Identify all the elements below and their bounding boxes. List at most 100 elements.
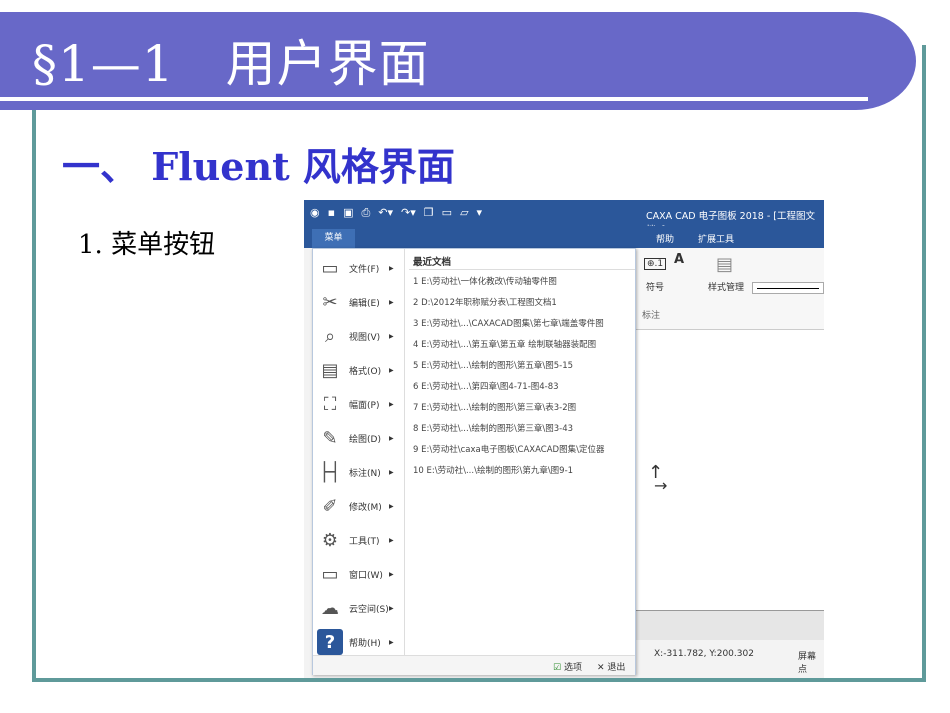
x-axis-icon: → <box>654 476 668 495</box>
recent-doc-item[interactable]: 10 E:\劳动社\...\绘制的图形\第九章\图9-1 <box>413 464 573 476</box>
print-icon[interactable]: ⎙ <box>361 206 370 220</box>
submenu-arrow-icon: ▶ <box>389 434 394 442</box>
ribbon-tabs: 菜单 帮助 扩展工具 <box>304 226 824 248</box>
recent-doc-item[interactable]: 5 E:\劳动社\...\绘制的图形\第五章\图5-15 <box>413 359 573 371</box>
menu-item-label: 绘图(D) <box>349 434 381 445</box>
drawing-canvas[interactable]: ↑ → <box>636 330 824 610</box>
submenu-arrow-icon: ▶ <box>389 298 394 306</box>
recent-doc-item[interactable]: 7 E:\劳动社\...\绘制的图形\第三章\表3-2图 <box>413 401 576 413</box>
window-icon: ▭ <box>321 563 339 585</box>
banner-divider <box>0 97 868 101</box>
app-screenshot: ◉ ▪ ▣ ⎙ ↶▾ ↷▾ ❐ ▭ ▱ ▾ CAXA CAD 电子图板 2018… <box>304 200 824 678</box>
recent-doc-item[interactable]: 1 E:\劳动社\一体化教改\传动轴零件图 <box>413 275 557 287</box>
menu-item[interactable]: ⛶ 幅面(P) ▶ <box>317 389 403 419</box>
menu-footer: ☑ 选项 ✕ 退出 <box>313 655 635 675</box>
menu-item-label: 格式(O) <box>349 366 382 377</box>
menu-item[interactable]: ☁ 云空间(S) ▶ <box>317 593 403 623</box>
screen-point-mode[interactable]: 屏幕点 <box>798 649 824 675</box>
exit-label: 退出 <box>607 663 626 673</box>
submenu-arrow-icon: ▶ <box>389 264 394 272</box>
customize-icon[interactable]: ▾ <box>477 206 483 220</box>
tab-extension-tools[interactable]: 扩展工具 <box>698 232 734 245</box>
cloud-icon: ☁ <box>321 597 339 619</box>
options-button[interactable]: ☑ 选项 <box>553 660 582 673</box>
menu-item[interactable]: ✎ 绘图(D) ▶ <box>317 423 403 453</box>
recent-doc-item[interactable]: 9 E:\劳动社\caxa电子图板\CAXACAD图集\定位器 <box>413 443 604 455</box>
app-logo-icon[interactable]: ◉ <box>310 206 320 220</box>
submenu-arrow-icon: ▶ <box>389 366 394 374</box>
menu-item[interactable]: ▤ 格式(O) ▶ <box>317 355 403 385</box>
copy-icon[interactable]: ❐ <box>424 206 434 220</box>
style-manage-icon[interactable]: ▤ <box>716 254 733 275</box>
style-manage-button[interactable]: 样式管理 <box>708 280 744 293</box>
submenu-arrow-icon: ▶ <box>389 468 394 476</box>
menu-categories: ▭ 文件(F) ▶ ✂ 编辑(E) ▶ ⌕ 视图(V) ▶ ▤ 格式(O) ▶ ⛶ 幅面(P) ▶ ✎ 绘图(D… <box>313 249 405 655</box>
quick-access-toolbar: ◉ ▪ ▣ ⎙ ↶▾ ↷▾ ❐ ▭ ▱ ▾ <box>310 206 482 220</box>
submenu-arrow-icon: ▶ <box>389 604 394 612</box>
menu-item-label: 文件(F) <box>349 264 380 275</box>
menu-item-label: 窗口(W) <box>349 570 383 581</box>
menu-item[interactable]: ? 帮助(H) ▶ <box>317 627 403 657</box>
slide-item: 1. 菜单按钮 <box>78 230 216 260</box>
command-area <box>636 610 824 640</box>
menu-item[interactable]: ✂ 编辑(E) ▶ <box>317 287 403 317</box>
menu-button[interactable]: 菜单 <box>312 229 355 248</box>
recent-doc-item[interactable]: 4 E:\劳动社\...\第五章\第五章 绘制联轴器装配图 <box>413 338 596 350</box>
submenu-arrow-icon: ▶ <box>389 536 394 544</box>
divider <box>409 269 635 270</box>
text-icon[interactable]: A <box>674 252 684 267</box>
open-icon[interactable]: ▱ <box>460 206 468 220</box>
dimension-icon: ├┤ <box>319 461 341 483</box>
new-icon[interactable]: ▭ <box>442 206 452 220</box>
menu-item-label: 标注(N) <box>349 468 381 479</box>
menu-item-label: 编辑(E) <box>349 298 380 309</box>
slide-subtitle: 一、 Fluent 风格界面 <box>62 144 455 189</box>
submenu-arrow-icon: ▶ <box>389 570 394 578</box>
menu-item[interactable]: ▭ 窗口(W) ▶ <box>317 559 403 589</box>
recent-doc-item[interactable]: 3 E:\劳动社\...\CAXACAD图集\第七章\端盖零件图 <box>413 317 604 329</box>
recent-docs-header: 最近文档 <box>413 257 452 268</box>
group-label: 标注 <box>642 311 661 321</box>
app-menu: ▭ 文件(F) ▶ ✂ 编辑(E) ▶ ⌕ 视图(V) ▶ ▤ 格式(O) ▶ ⛶ 幅面(P) ▶ ✎ 绘图(D… <box>312 248 636 675</box>
symbol-button[interactable]: 符号 <box>646 280 664 293</box>
format-icon: ▤ <box>321 359 339 381</box>
frame-right <box>922 45 926 681</box>
undo-icon[interactable]: ↶▾ <box>378 206 393 220</box>
checkbox-icon: ☑ <box>553 663 562 673</box>
options-label: 选项 <box>563 663 582 673</box>
coordinate-readout: X:-311.782, Y:200.302 <box>654 649 754 659</box>
menu-item-label: 云空间(S) <box>349 604 389 615</box>
sheet-icon: ⛶ <box>323 393 337 415</box>
modify-icon: ✐ <box>322 495 338 517</box>
submenu-arrow-icon: ▶ <box>389 638 394 646</box>
menu-item-label: 修改(M) <box>349 502 382 513</box>
submenu-arrow-icon: ▶ <box>389 400 394 408</box>
menu-item[interactable]: ✐ 修改(M) ▶ <box>317 491 403 521</box>
recent-doc-item[interactable]: 8 E:\劳动社\...\绘制的图形\第三章\图3-43 <box>413 422 573 434</box>
menu-item[interactable]: ▭ 文件(F) ▶ <box>317 253 403 283</box>
symbol-icon[interactable]: ⊕.1 <box>644 258 667 270</box>
scissors-icon: ✂ <box>322 291 338 313</box>
slide-title: §1—1 用户界面 <box>32 35 430 93</box>
recent-doc-item[interactable]: 6 E:\劳动社\...\第四章\图4-71-图4-83 <box>413 380 559 392</box>
menu-item[interactable]: ├┤ 标注(N) ▶ <box>317 457 403 487</box>
ribbon: ⊕.1 符号 A ▤ 样式管理 标注 <box>636 248 824 330</box>
tab-help[interactable]: 帮助 <box>656 232 674 245</box>
redo-icon[interactable]: ↷▾ <box>401 206 416 220</box>
submenu-arrow-icon: ▶ <box>389 332 394 340</box>
linetype-select[interactable] <box>752 282 824 294</box>
menu-item-label: 幅面(P) <box>349 400 380 411</box>
frame-bottom <box>32 678 926 682</box>
close-icon: ✕ <box>597 663 605 673</box>
exit-button[interactable]: ✕ 退出 <box>597 660 625 673</box>
gear-icon: ⚙ <box>321 529 339 551</box>
recent-doc-item[interactable]: 2 D:\2012年职称赋分表\工程图文档1 <box>413 296 557 308</box>
menu-item-label: 帮助(H) <box>349 638 381 649</box>
menu-item[interactable]: ⚙ 工具(T) ▶ <box>317 525 403 555</box>
menu-item-label: 工具(T) <box>349 536 380 547</box>
save-icon[interactable]: ▪ <box>328 206 335 220</box>
file-icon: ▭ <box>321 257 339 279</box>
save-as-icon[interactable]: ▣ <box>343 206 353 220</box>
menu-item[interactable]: ⌕ 视图(V) ▶ <box>317 321 403 351</box>
help-icon: ? <box>317 629 343 655</box>
